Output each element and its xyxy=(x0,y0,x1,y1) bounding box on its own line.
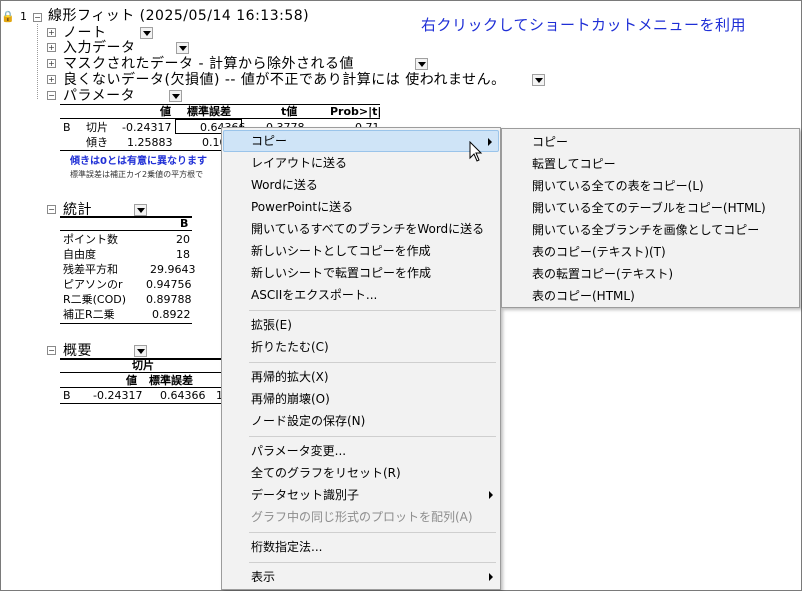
dropdown-arrow-icon[interactable] xyxy=(134,204,147,216)
submenu-arrow-icon xyxy=(488,138,492,146)
menu-item-expand[interactable]: 拡張(E) xyxy=(223,314,499,336)
expand-toggle-icon[interactable]: + xyxy=(47,28,56,37)
menu-item-copy[interactable]: コピー xyxy=(223,130,499,152)
submenu-item-copy[interactable]: コピー xyxy=(503,131,798,153)
dropdown-arrow-icon[interactable] xyxy=(176,42,189,54)
tree-node-summary[interactable]: 概要 xyxy=(63,343,92,359)
menu-separator xyxy=(249,362,496,363)
menu-item-recursive-collapse[interactable]: 再帰的崩壊(O) xyxy=(223,388,499,410)
mouse-cursor-icon xyxy=(469,141,483,162)
cell-intercept-value: -0.24317 xyxy=(122,121,172,134)
row-label-slope: 傾き xyxy=(86,136,108,149)
menu-item-send-all-branches-word[interactable]: 開いているすべてのブランチをWordに送る xyxy=(223,218,499,240)
collapse-toggle-icon[interactable]: − xyxy=(33,13,42,22)
menu-item-digits-format[interactable]: 桁数指定法... xyxy=(223,536,499,558)
menu-separator xyxy=(249,532,496,533)
submenu-item-copy-all-tables[interactable]: 開いている全ての表をコピー(L) xyxy=(503,175,798,197)
summary-col-value: 値 xyxy=(126,374,137,387)
instruction-text: 右クリックしてショートカットメニューを利用 xyxy=(421,16,747,34)
stats-value: 0.89788 xyxy=(146,293,192,306)
menu-item-reset-all-graphs[interactable]: 全てのグラフをリセット(R) xyxy=(223,462,499,484)
params-note-significance: 傾きは0とは有意に異なります xyxy=(70,156,207,167)
col-header-prob: Prob>|t| xyxy=(330,105,382,118)
dropdown-arrow-icon[interactable] xyxy=(169,90,182,102)
report-title: 線形フィット (2025/05/14 16:13:58) xyxy=(48,8,310,24)
submenu-arrow-icon xyxy=(489,491,493,499)
col-header-std-error: 標準誤差 xyxy=(187,105,231,118)
stats-label: 残差平方和 xyxy=(63,263,118,276)
menu-item-export-ascii[interactable]: ASCIIをエクスポート... xyxy=(223,284,499,306)
stats-value: 20 xyxy=(176,233,190,246)
submenu-item-transpose-copy[interactable]: 転置してコピー xyxy=(503,153,798,175)
stats-label: ポイント数 xyxy=(63,233,118,246)
submenu-item-copy-branches-image[interactable]: 開いている全ブランチを画像としてコピー xyxy=(503,219,798,241)
dropdown-arrow-icon[interactable] xyxy=(415,58,428,70)
params-note-std-error: 標準誤差は補正カイ2乗値の平方根で xyxy=(70,170,204,179)
summary-row-value: -0.24317 xyxy=(93,389,143,402)
stats-col-header: B xyxy=(180,217,189,230)
stats-value: 29.9643 xyxy=(150,263,196,276)
submenu-item-transpose-copy-text[interactable]: 表の転置コピー(テキスト) xyxy=(503,263,798,285)
menu-item-transpose-copy-new-sheet[interactable]: 新しいシートで転置コピーを作成 xyxy=(223,262,499,284)
stats-value: 0.8922 xyxy=(152,308,191,321)
row-group-label: B xyxy=(63,121,71,134)
stats-label: R二乗(COD) xyxy=(63,293,127,306)
stats-value: 0.94756 xyxy=(146,278,192,291)
collapse-toggle-icon[interactable]: − xyxy=(47,205,56,214)
tree-node-masked[interactable]: マスクされたデータ - 計算から除外される値 xyxy=(63,56,354,72)
row-label-intercept: 切片 xyxy=(86,121,108,134)
node-number: 1 xyxy=(20,10,27,23)
collapse-toggle-icon[interactable]: − xyxy=(47,346,56,355)
menu-item-save-node-settings[interactable]: ノード設定の保存(N) xyxy=(223,410,499,432)
collapse-toggle-icon[interactable]: − xyxy=(47,91,56,100)
menu-item-change-parameters[interactable]: パラメータ変更... xyxy=(223,440,499,462)
col-header-t-value: t値 xyxy=(281,105,298,118)
menu-item-dataset-identifier[interactable]: データセット識別子 xyxy=(223,484,499,506)
summary-row-se: 0.64366 xyxy=(160,389,206,402)
stats-label: 自由度 xyxy=(63,248,96,261)
expand-toggle-icon[interactable]: + xyxy=(47,59,56,68)
dropdown-arrow-icon[interactable] xyxy=(134,345,147,357)
menu-item-recursive-expand[interactable]: 再帰的拡大(X) xyxy=(223,366,499,388)
menu-item-view[interactable]: 表示 xyxy=(223,566,499,588)
menu-separator xyxy=(249,562,496,563)
context-menu: コピー レイアウトに送る Wordに送る PowerPointに送る 開いている… xyxy=(221,127,501,590)
stats-label: ピアソンのr xyxy=(63,278,123,291)
menu-item-copy-as-new-sheet[interactable]: 新しいシートとしてコピーを作成 xyxy=(223,240,499,262)
stats-value: 18 xyxy=(176,248,190,261)
menu-item-send-to-layout[interactable]: レイアウトに送る xyxy=(223,152,499,174)
summary-row-label: B xyxy=(63,389,71,402)
lock-icon: 🔒 xyxy=(1,10,15,23)
tree-node-notes[interactable]: ノート xyxy=(63,25,107,41)
expand-toggle-icon[interactable]: + xyxy=(47,75,56,84)
menu-item-send-to-powerpoint[interactable]: PowerPointに送る xyxy=(223,196,499,218)
submenu-item-copy-table-text[interactable]: 表のコピー(テキスト)(T) xyxy=(503,241,798,263)
submenu-arrow-icon xyxy=(489,573,493,581)
menu-item-arrange-plots: グラフ中の同じ形式のプロットを配列(A) xyxy=(251,510,473,524)
expand-toggle-icon[interactable]: + xyxy=(47,43,56,52)
cell-slope-value: 1.25883 xyxy=(127,136,173,149)
col-header-value: 値 xyxy=(160,105,171,118)
tree-node-input[interactable]: 入力データ xyxy=(63,40,136,56)
dropdown-arrow-icon[interactable] xyxy=(140,27,153,39)
stats-label: 補正R二乗 xyxy=(63,308,115,321)
dropdown-arrow-icon[interactable] xyxy=(532,74,545,86)
menu-separator xyxy=(249,436,496,437)
summary-group-header: 切片 xyxy=(132,359,154,372)
copy-submenu: コピー 転置してコピー 開いている全ての表をコピー(L) 開いている全てのテーブ… xyxy=(501,128,800,308)
menu-item-collapse[interactable]: 折りたたむ(C) xyxy=(223,336,499,358)
submenu-item-copy-all-tables-html[interactable]: 開いている全てのテーブルをコピー(HTML) xyxy=(503,197,798,219)
submenu-item-copy-table-html[interactable]: 表のコピー(HTML) xyxy=(503,285,798,307)
menu-item-send-to-word[interactable]: Wordに送る xyxy=(223,174,499,196)
summary-col-se: 標準誤差 xyxy=(149,374,193,387)
tree-node-parameters[interactable]: パラメータ xyxy=(63,88,135,104)
menu-separator xyxy=(249,310,496,311)
tree-node-bad-data[interactable]: 良くないデータ(欠損値) -- 値が不正であり計算には 使われません。 xyxy=(63,72,506,88)
